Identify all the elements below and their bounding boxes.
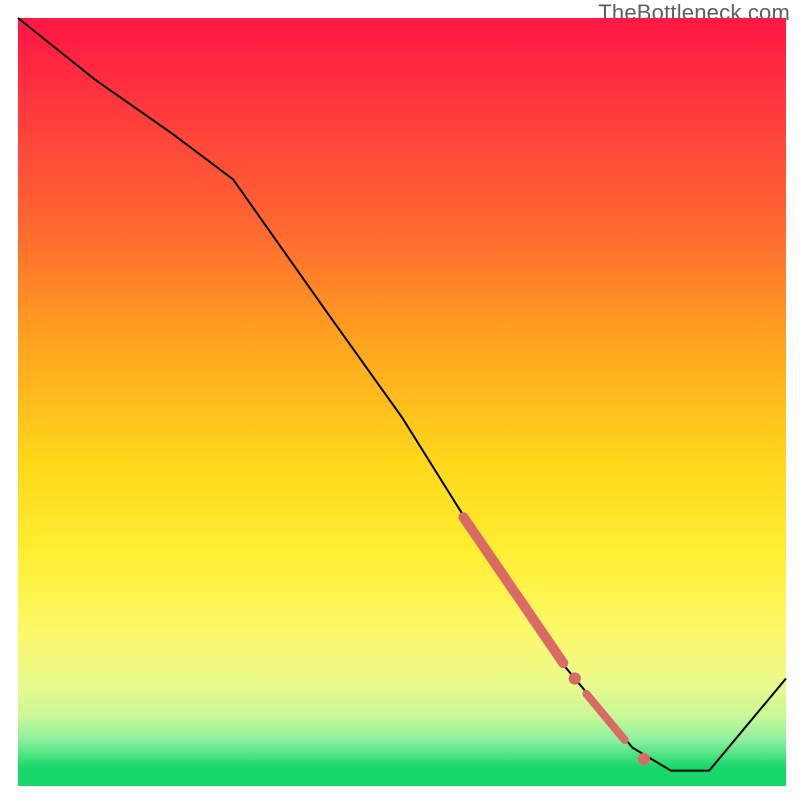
bottleneck-curve-path	[18, 18, 786, 771]
highlight-point	[638, 753, 650, 765]
chart-container: TheBottleneck.com	[0, 0, 800, 800]
plot-area	[18, 18, 786, 786]
chart-svg	[18, 18, 786, 786]
highlight-segment	[586, 694, 624, 740]
highlight-segments	[463, 517, 624, 740]
highlight-point	[569, 672, 581, 684]
highlight-segment	[463, 517, 563, 663]
